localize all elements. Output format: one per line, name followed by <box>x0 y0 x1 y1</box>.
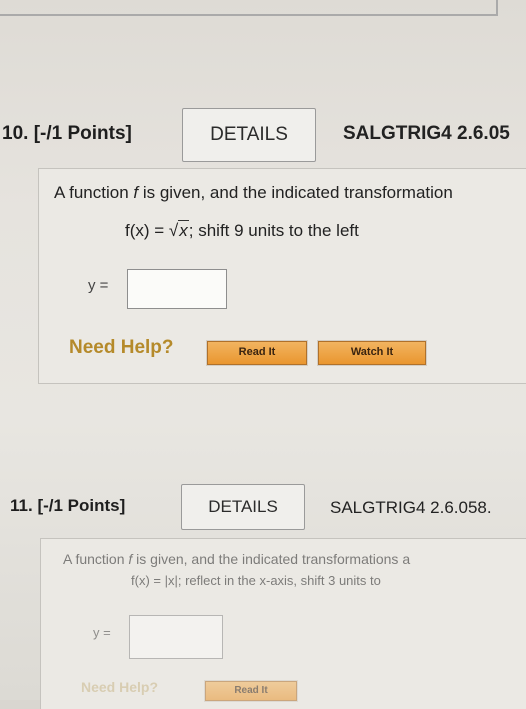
q11-details-button[interactable]: DETAILS <box>181 484 305 530</box>
q10-watch-it-button[interactable]: Watch It <box>317 340 427 366</box>
q10-prompt-pre: A function <box>54 183 134 202</box>
q11-prompt-post: is given, and the indicated transformati… <box>132 551 411 567</box>
q10-header: 10. [-/1 Points] DETAILS SALGTRIG4 2.6.0… <box>0 108 526 164</box>
previous-question-panel <box>0 0 498 16</box>
q10-answer-input[interactable] <box>127 269 227 309</box>
q11-assignment-code: SALGTRIG4 2.6.058. <box>330 498 492 517</box>
q11-points: [-/1 Points] <box>37 496 126 515</box>
q11-read-it-button[interactable]: Read It <box>204 680 298 702</box>
q10-points: [-/1 Points] <box>33 123 132 144</box>
q10-y-label: y = <box>88 277 109 294</box>
q10-prompt: A function f is given, and the indicated… <box>54 183 453 203</box>
q11-y-label: y = <box>93 625 111 640</box>
q11-header: 11. [-/1 Points] DETAILS SALGTRIG4 2.6.0… <box>0 484 526 532</box>
q10-func-rest: ; shift 9 units to the left <box>188 221 359 240</box>
q10-function: f(x) = √x; shift 9 units to the left <box>125 220 359 241</box>
q10-prompt-post: is given, and the indicated transformati… <box>138 183 453 202</box>
q10-sqrt: √x <box>168 220 189 240</box>
q11-number-points: 11. [-/1 Points] <box>10 496 125 516</box>
q11-prompt-pre: A function <box>63 551 129 567</box>
screen-page: 10. [-/1 Points] DETAILS SALGTRIG4 2.6.0… <box>0 0 526 709</box>
q10-panel: A function f is given, and the indicated… <box>38 168 526 384</box>
q11-panel: A function f is given, and the indicated… <box>40 538 526 709</box>
q11-function: f(x) = |x|; reflect in the x-axis, shift… <box>131 573 381 588</box>
q11-answer-input[interactable] <box>129 615 223 659</box>
q10-func-lhs: f(x) = <box>125 221 169 240</box>
q10-need-help-label: Need Help? <box>69 337 174 358</box>
q11-prompt: A function f is given, and the indicated… <box>63 551 410 567</box>
q10-assignment-code: SALGTRIG4 2.6.05 <box>343 123 510 144</box>
q10-number: 10. <box>2 123 29 144</box>
q10-read-it-button[interactable]: Read It <box>206 340 308 366</box>
q10-details-button[interactable]: DETAILS <box>182 108 316 162</box>
q10-number-points: 10. [-/1 Points] <box>2 123 132 145</box>
q11-need-help-label: Need Help? <box>81 679 159 695</box>
q10-func-radicand: x <box>178 220 189 240</box>
q11-number: 11. <box>10 496 33 515</box>
